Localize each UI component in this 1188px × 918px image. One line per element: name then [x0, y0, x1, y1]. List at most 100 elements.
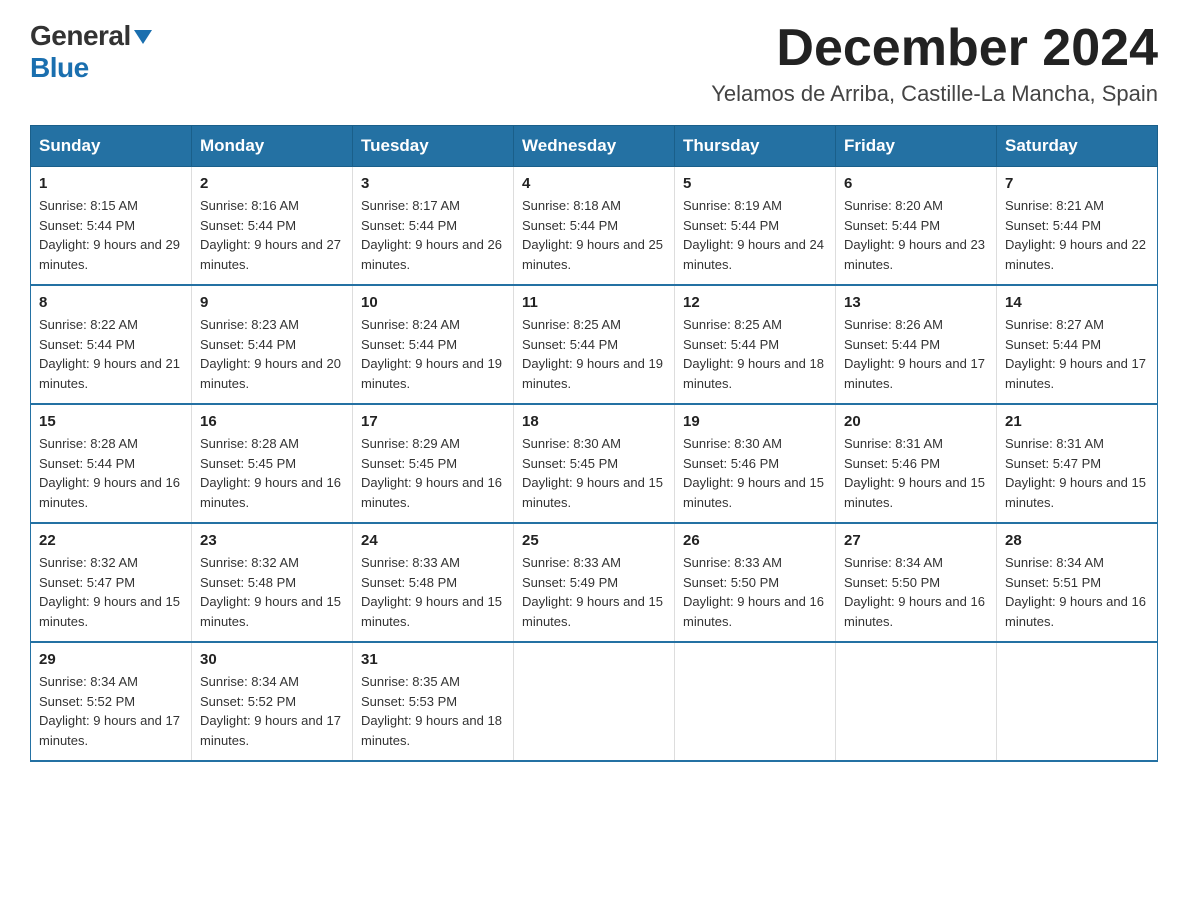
daylight-label: Daylight: 9 hours and 15 minutes. [39, 594, 180, 629]
calendar-cell: 17 Sunrise: 8:29 AM Sunset: 5:45 PM Dayl… [353, 404, 514, 523]
day-number: 18 [522, 413, 666, 430]
daylight-label: Daylight: 9 hours and 23 minutes. [844, 237, 985, 272]
day-info: Sunrise: 8:33 AM Sunset: 5:50 PM Dayligh… [683, 553, 827, 631]
sunset-label: Sunset: 5:44 PM [683, 218, 779, 233]
sunrise-label: Sunrise: 8:32 AM [39, 555, 138, 570]
sunset-label: Sunset: 5:44 PM [844, 218, 940, 233]
sunrise-label: Sunrise: 8:32 AM [200, 555, 299, 570]
day-number: 8 [39, 294, 183, 311]
daylight-label: Daylight: 9 hours and 18 minutes. [683, 356, 824, 391]
day-number: 28 [1005, 532, 1149, 549]
calendar-cell: 25 Sunrise: 8:33 AM Sunset: 5:49 PM Dayl… [514, 523, 675, 642]
logo-row1: General [30, 20, 152, 52]
calendar-cell: 28 Sunrise: 8:34 AM Sunset: 5:51 PM Dayl… [997, 523, 1158, 642]
daylight-label: Daylight: 9 hours and 25 minutes. [522, 237, 663, 272]
sunset-label: Sunset: 5:47 PM [1005, 456, 1101, 471]
calendar-cell: 6 Sunrise: 8:20 AM Sunset: 5:44 PM Dayli… [836, 167, 997, 286]
day-number: 20 [844, 413, 988, 430]
location-title: Yelamos de Arriba, Castille-La Mancha, S… [711, 81, 1158, 107]
sunrise-label: Sunrise: 8:19 AM [683, 198, 782, 213]
day-number: 1 [39, 175, 183, 192]
calendar-cell: 27 Sunrise: 8:34 AM Sunset: 5:50 PM Dayl… [836, 523, 997, 642]
daylight-label: Daylight: 9 hours and 16 minutes. [361, 475, 502, 510]
calendar-week-row: 22 Sunrise: 8:32 AM Sunset: 5:47 PM Dayl… [31, 523, 1158, 642]
daylight-label: Daylight: 9 hours and 16 minutes. [1005, 594, 1146, 629]
day-number: 3 [361, 175, 505, 192]
daylight-label: Daylight: 9 hours and 17 minutes. [200, 713, 341, 748]
day-info: Sunrise: 8:33 AM Sunset: 5:48 PM Dayligh… [361, 553, 505, 631]
sunset-label: Sunset: 5:44 PM [39, 337, 135, 352]
day-info: Sunrise: 8:30 AM Sunset: 5:46 PM Dayligh… [683, 434, 827, 512]
day-info: Sunrise: 8:25 AM Sunset: 5:44 PM Dayligh… [522, 315, 666, 393]
calendar-cell: 5 Sunrise: 8:19 AM Sunset: 5:44 PM Dayli… [675, 167, 836, 286]
sunset-label: Sunset: 5:44 PM [200, 337, 296, 352]
header-saturday: Saturday [997, 126, 1158, 167]
daylight-label: Daylight: 9 hours and 17 minutes. [39, 713, 180, 748]
daylight-label: Daylight: 9 hours and 16 minutes. [200, 475, 341, 510]
sunrise-label: Sunrise: 8:33 AM [361, 555, 460, 570]
calendar-cell: 18 Sunrise: 8:30 AM Sunset: 5:45 PM Dayl… [514, 404, 675, 523]
logo-blue-text: Blue [30, 52, 89, 83]
calendar-week-row: 29 Sunrise: 8:34 AM Sunset: 5:52 PM Dayl… [31, 642, 1158, 761]
day-info: Sunrise: 8:33 AM Sunset: 5:49 PM Dayligh… [522, 553, 666, 631]
day-number: 30 [200, 651, 344, 668]
day-number: 21 [1005, 413, 1149, 430]
calendar-cell: 7 Sunrise: 8:21 AM Sunset: 5:44 PM Dayli… [997, 167, 1158, 286]
sunset-label: Sunset: 5:51 PM [1005, 575, 1101, 590]
daylight-label: Daylight: 9 hours and 15 minutes. [844, 475, 985, 510]
day-info: Sunrise: 8:15 AM Sunset: 5:44 PM Dayligh… [39, 196, 183, 274]
sunrise-label: Sunrise: 8:31 AM [1005, 436, 1104, 451]
day-info: Sunrise: 8:27 AM Sunset: 5:44 PM Dayligh… [1005, 315, 1149, 393]
daylight-label: Daylight: 9 hours and 15 minutes. [522, 594, 663, 629]
sunrise-label: Sunrise: 8:30 AM [683, 436, 782, 451]
sunset-label: Sunset: 5:44 PM [200, 218, 296, 233]
sunrise-label: Sunrise: 8:35 AM [361, 674, 460, 689]
daylight-label: Daylight: 9 hours and 16 minutes. [683, 594, 824, 629]
sunrise-label: Sunrise: 8:28 AM [39, 436, 138, 451]
calendar-header-row: SundayMondayTuesdayWednesdayThursdayFrid… [31, 126, 1158, 167]
day-number: 31 [361, 651, 505, 668]
calendar-cell: 20 Sunrise: 8:31 AM Sunset: 5:46 PM Dayl… [836, 404, 997, 523]
logo-triangle-icon [134, 30, 152, 44]
sunrise-label: Sunrise: 8:24 AM [361, 317, 460, 332]
calendar-cell [997, 642, 1158, 761]
sunset-label: Sunset: 5:44 PM [1005, 218, 1101, 233]
sunrise-label: Sunrise: 8:16 AM [200, 198, 299, 213]
day-number: 13 [844, 294, 988, 311]
sunset-label: Sunset: 5:46 PM [844, 456, 940, 471]
sunrise-label: Sunrise: 8:18 AM [522, 198, 621, 213]
day-info: Sunrise: 8:20 AM Sunset: 5:44 PM Dayligh… [844, 196, 988, 274]
day-info: Sunrise: 8:21 AM Sunset: 5:44 PM Dayligh… [1005, 196, 1149, 274]
sunset-label: Sunset: 5:44 PM [361, 218, 457, 233]
day-info: Sunrise: 8:22 AM Sunset: 5:44 PM Dayligh… [39, 315, 183, 393]
sunrise-label: Sunrise: 8:21 AM [1005, 198, 1104, 213]
calendar-cell: 14 Sunrise: 8:27 AM Sunset: 5:44 PM Dayl… [997, 285, 1158, 404]
sunset-label: Sunset: 5:48 PM [200, 575, 296, 590]
daylight-label: Daylight: 9 hours and 15 minutes. [200, 594, 341, 629]
calendar-cell: 10 Sunrise: 8:24 AM Sunset: 5:44 PM Dayl… [353, 285, 514, 404]
sunrise-label: Sunrise: 8:20 AM [844, 198, 943, 213]
logo-general-text: General [30, 20, 131, 51]
day-info: Sunrise: 8:29 AM Sunset: 5:45 PM Dayligh… [361, 434, 505, 512]
calendar-cell: 30 Sunrise: 8:34 AM Sunset: 5:52 PM Dayl… [192, 642, 353, 761]
calendar-cell: 1 Sunrise: 8:15 AM Sunset: 5:44 PM Dayli… [31, 167, 192, 286]
day-info: Sunrise: 8:31 AM Sunset: 5:46 PM Dayligh… [844, 434, 988, 512]
day-number: 29 [39, 651, 183, 668]
daylight-label: Daylight: 9 hours and 16 minutes. [39, 475, 180, 510]
sunrise-label: Sunrise: 8:33 AM [522, 555, 621, 570]
calendar-cell: 3 Sunrise: 8:17 AM Sunset: 5:44 PM Dayli… [353, 167, 514, 286]
daylight-label: Daylight: 9 hours and 16 minutes. [844, 594, 985, 629]
day-info: Sunrise: 8:32 AM Sunset: 5:47 PM Dayligh… [39, 553, 183, 631]
sunset-label: Sunset: 5:49 PM [522, 575, 618, 590]
sunrise-label: Sunrise: 8:30 AM [522, 436, 621, 451]
day-number: 7 [1005, 175, 1149, 192]
calendar-cell: 21 Sunrise: 8:31 AM Sunset: 5:47 PM Dayl… [997, 404, 1158, 523]
day-number: 15 [39, 413, 183, 430]
sunset-label: Sunset: 5:45 PM [361, 456, 457, 471]
sunset-label: Sunset: 5:44 PM [844, 337, 940, 352]
header-sunday: Sunday [31, 126, 192, 167]
calendar-cell: 15 Sunrise: 8:28 AM Sunset: 5:44 PM Dayl… [31, 404, 192, 523]
month-title: December 2024 [711, 20, 1158, 77]
sunset-label: Sunset: 5:48 PM [361, 575, 457, 590]
sunset-label: Sunset: 5:52 PM [39, 694, 135, 709]
